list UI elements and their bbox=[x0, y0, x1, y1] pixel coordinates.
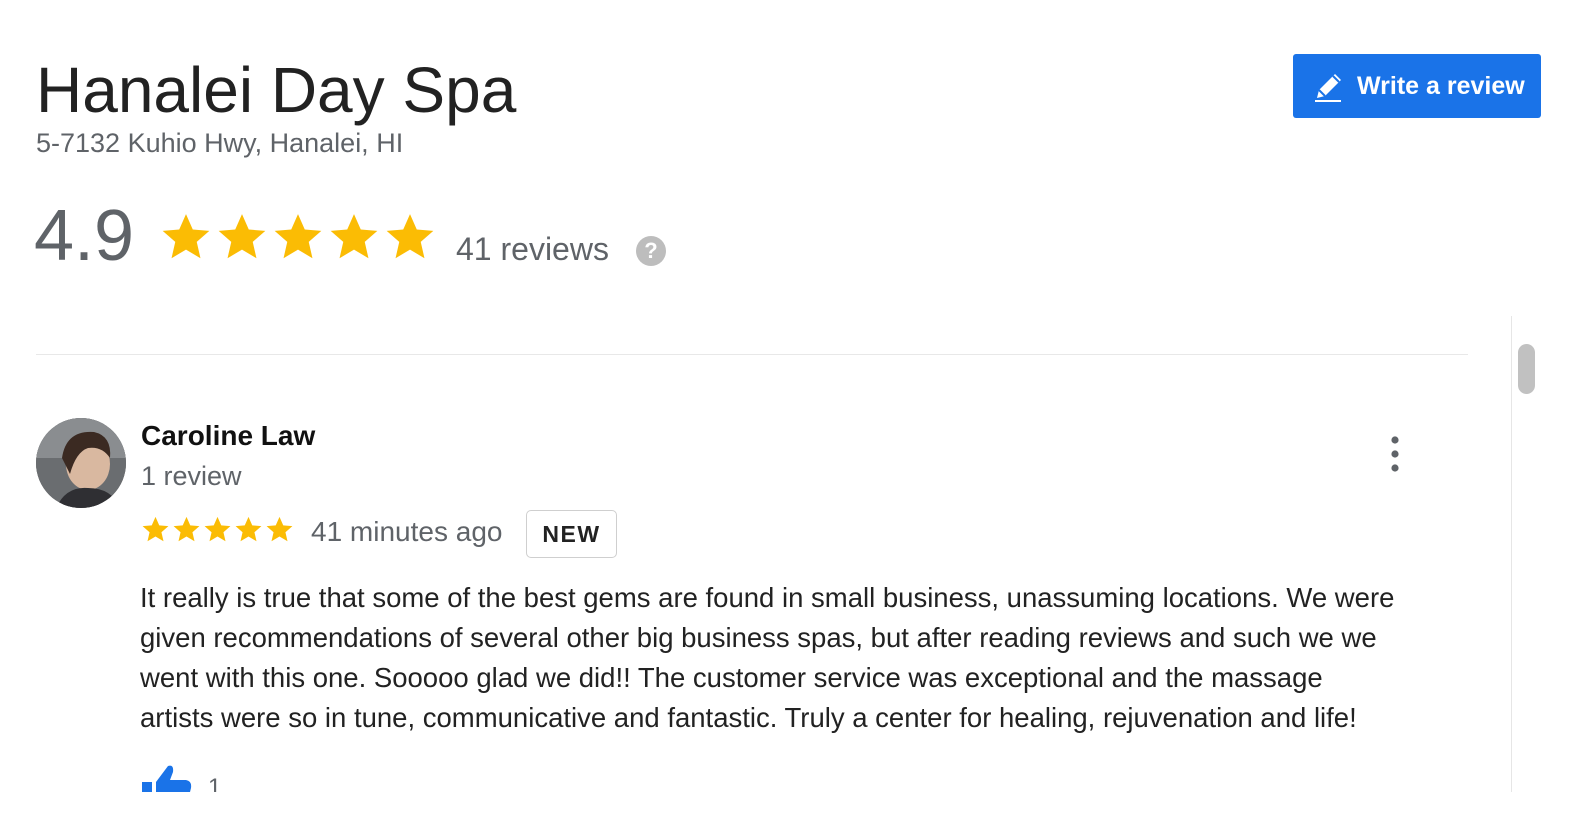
like-row: 1 bbox=[140, 758, 260, 792]
thumbs-up-icon[interactable] bbox=[140, 760, 194, 792]
rating-stars bbox=[158, 209, 438, 265]
review-stars bbox=[140, 514, 295, 545]
star-icon bbox=[330, 214, 378, 259]
star-icon bbox=[218, 214, 266, 259]
scrollbar-thumb[interactable] bbox=[1518, 344, 1535, 394]
review-timestamp: 41 minutes ago bbox=[311, 516, 503, 547]
reviewer-review-count: 1 review bbox=[141, 461, 242, 491]
star-icon bbox=[274, 214, 322, 259]
new-badge: NEW bbox=[526, 510, 617, 558]
star-icon bbox=[204, 516, 231, 542]
business-name: Hanalei Day Spa bbox=[36, 54, 517, 126]
more-vert-icon[interactable] bbox=[1384, 434, 1406, 474]
star-icon bbox=[266, 516, 293, 542]
pencil-icon bbox=[1311, 68, 1347, 104]
help-icon[interactable]: ? bbox=[636, 236, 666, 266]
write-review-button[interactable]: Write a review bbox=[1293, 54, 1541, 118]
star-icon bbox=[386, 214, 434, 259]
panel-bottom-edge bbox=[0, 792, 1570, 828]
star-icon bbox=[173, 516, 200, 542]
review-text: It really is true that some of the best … bbox=[140, 582, 1395, 733]
average-rating: 4.9 bbox=[34, 196, 135, 276]
business-address: 5-7132 Kuhio Hwy, Hanalei, HI bbox=[36, 128, 404, 158]
star-icon bbox=[235, 516, 262, 542]
reviewer-name[interactable]: Caroline Law bbox=[141, 419, 315, 453]
review-count-link[interactable]: 41 reviews bbox=[456, 230, 609, 268]
like-count: 1 bbox=[208, 774, 222, 792]
reviews-panel: Hanalei Day Spa 5-7132 Kuhio Hwy, Hanale… bbox=[0, 0, 1570, 828]
star-icon bbox=[142, 516, 169, 542]
avatar[interactable] bbox=[36, 418, 126, 508]
divider bbox=[36, 354, 1468, 355]
star-icon bbox=[162, 214, 210, 259]
write-review-label: Write a review bbox=[1357, 71, 1525, 100]
